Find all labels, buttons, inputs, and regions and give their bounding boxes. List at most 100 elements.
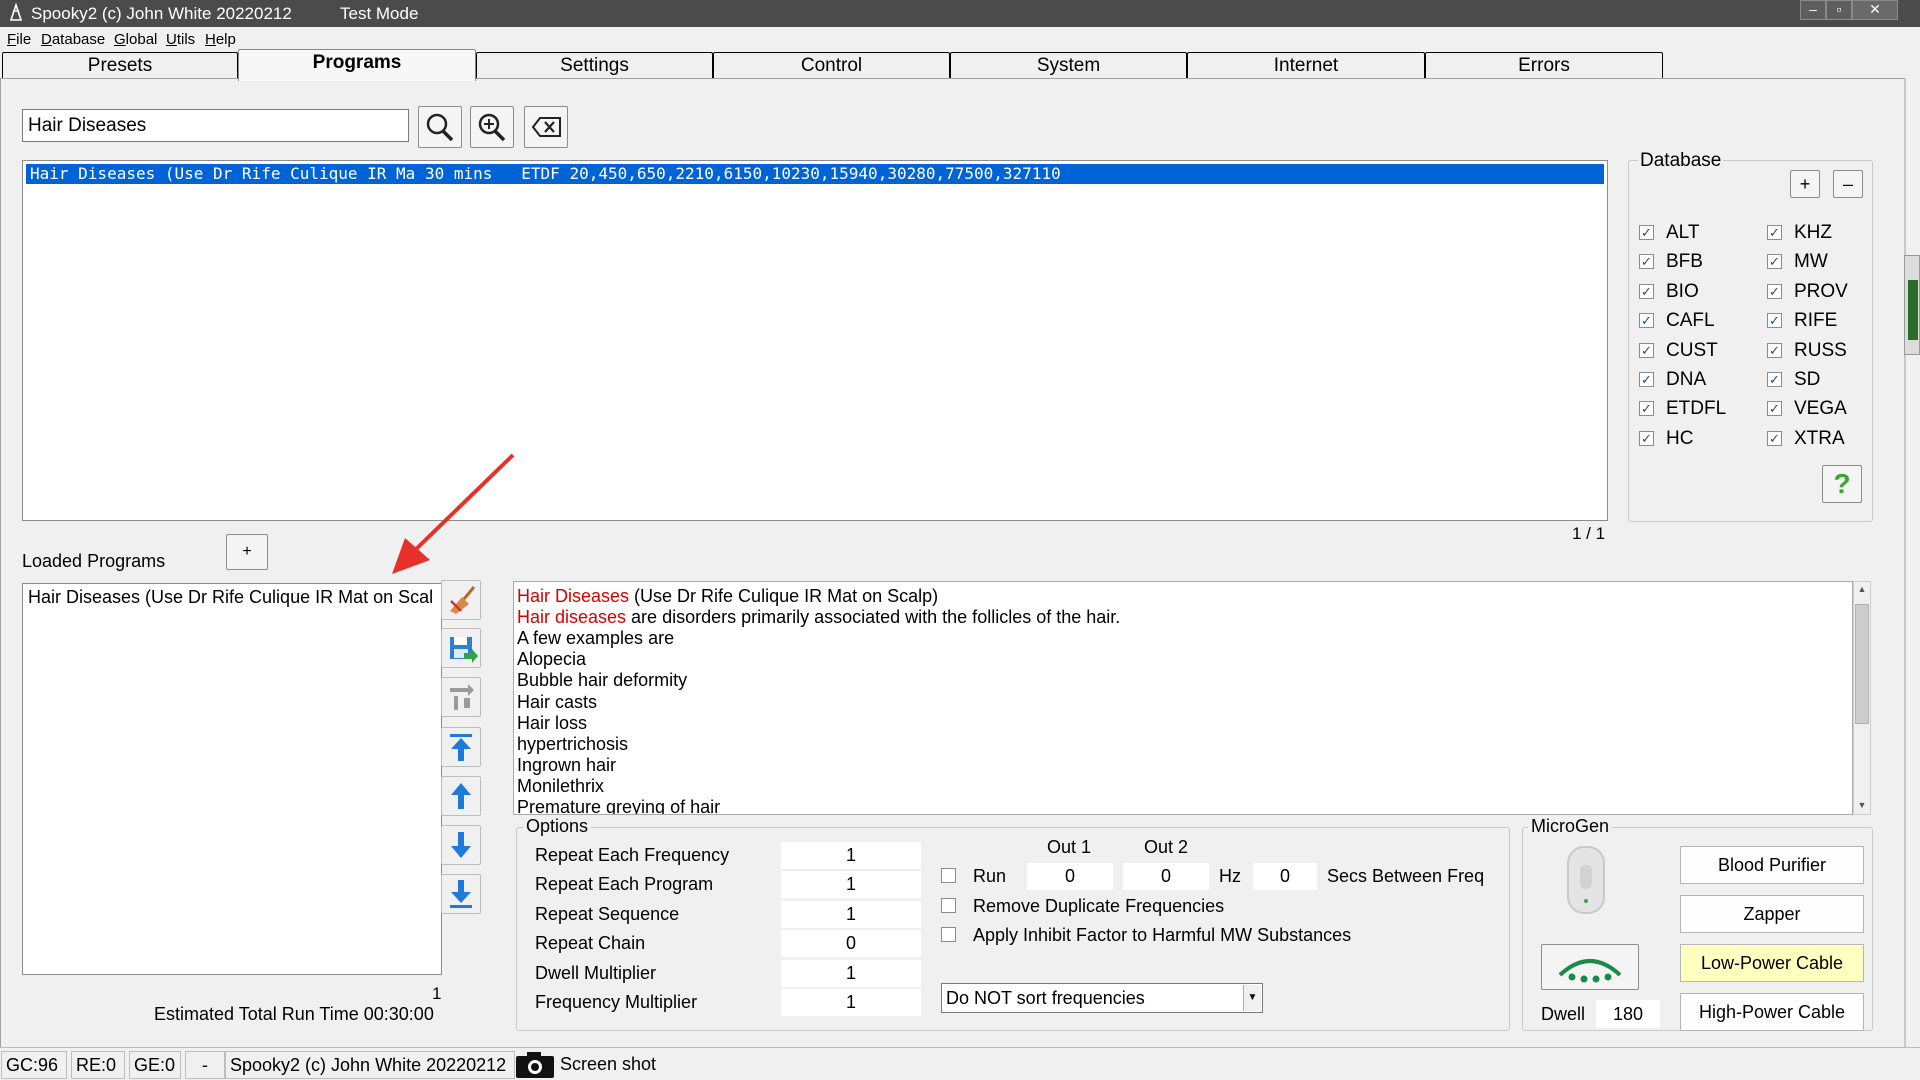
- blood-purifier-button[interactable]: Blood Purifier: [1680, 846, 1864, 884]
- tab-system[interactable]: System: [950, 52, 1187, 78]
- option-label: Repeat Sequence: [535, 903, 680, 924]
- tab-errors[interactable]: Errors: [1425, 52, 1663, 78]
- loaded-programs-list[interactable]: Hair Diseases (Use Dr Rife Culique IR Ma…: [22, 583, 442, 975]
- maximize-button[interactable]: ▫: [1826, 0, 1852, 20]
- backspace-icon: [531, 117, 561, 137]
- low-power-cable-button[interactable]: Low-Power Cable: [1680, 944, 1864, 982]
- run-out1-input[interactable]: 0: [1027, 863, 1113, 890]
- sort-frequencies-select[interactable]: Do NOT sort frequencies ▼: [941, 983, 1263, 1013]
- database-left-label: HC: [1666, 427, 1694, 449]
- hz-label: Hz: [1219, 866, 1241, 886]
- broom-icon: [450, 586, 476, 614]
- option-label: Repeat Chain: [535, 933, 646, 954]
- tab-programs[interactable]: Programs: [238, 49, 476, 81]
- description-line: Hair diseases are disorders primarily as…: [517, 607, 1120, 628]
- move-top-button[interactable]: [441, 727, 481, 767]
- database-left-checkbox[interactable]: ✓: [1639, 254, 1654, 270]
- option-value-input[interactable]: 1: [781, 900, 921, 928]
- loaded-programs-title: Loaded Programs: [22, 551, 166, 571]
- menu-utils[interactable]: Utils: [166, 31, 195, 48]
- loaded-program-item[interactable]: Hair Diseases (Use Dr Rife Culique IR Ma…: [28, 587, 436, 608]
- microgen-connect-button[interactable]: [1541, 944, 1639, 990]
- chevron-down-icon[interactable]: ▼: [1243, 985, 1261, 1011]
- microgen-device-icon: [1567, 846, 1605, 914]
- run-out2-input[interactable]: 0: [1123, 863, 1209, 890]
- database-left-checkbox[interactable]: ✓: [1639, 313, 1654, 329]
- tab-internet[interactable]: Internet: [1187, 52, 1425, 78]
- menu-file[interactable]: File: [7, 31, 31, 48]
- microgen-title: MicroGen: [1528, 816, 1613, 837]
- database-right-label: MW: [1794, 251, 1828, 273]
- move-down-button[interactable]: [441, 825, 481, 865]
- database-add-button[interactable]: +: [1790, 170, 1820, 198]
- scroll-up-icon[interactable]: ▲: [1856, 584, 1868, 596]
- tab-presets[interactable]: Presets: [2, 52, 238, 78]
- high-power-cable-button[interactable]: High-Power Cable: [1680, 993, 1864, 1031]
- menu-global[interactable]: Global: [114, 31, 157, 48]
- option-value-input[interactable]: 1: [781, 842, 921, 869]
- database-remove-button[interactable]: –: [1833, 170, 1863, 198]
- database-right-checkbox[interactable]: ✓: [1767, 342, 1782, 358]
- scroll-thumb[interactable]: [1855, 604, 1869, 724]
- menu-help[interactable]: Help: [205, 31, 236, 48]
- run-checkbox[interactable]: [941, 868, 956, 883]
- menu-database[interactable]: Database: [41, 31, 105, 48]
- apply-inhibit-checkbox[interactable]: [941, 927, 956, 942]
- database-right-checkbox[interactable]: ✓: [1767, 401, 1782, 417]
- description-text: (Use Dr Rife Culique IR Mat on Scalp): [629, 586, 939, 606]
- database-right-checkbox[interactable]: ✓: [1767, 372, 1782, 387]
- program-description[interactable]: Hair Diseases (Use Dr Rife Culique IR Ma…: [513, 581, 1853, 815]
- move-bottom-button[interactable]: [441, 874, 481, 914]
- database-left-checkbox[interactable]: ✓: [1639, 430, 1654, 446]
- apply-inhibit-label: Apply Inhibit Factor to Harmful MW Subst…: [973, 925, 1352, 945]
- database-right-checkbox[interactable]: ✓: [1767, 430, 1782, 446]
- option-value-input[interactable]: 1: [781, 989, 921, 1016]
- loaded-add-button[interactable]: +: [226, 534, 268, 570]
- scroll-down-icon[interactable]: ▼: [1856, 800, 1868, 812]
- database-left-checkbox[interactable]: ✓: [1639, 372, 1654, 387]
- search-button[interactable]: [418, 106, 462, 148]
- database-right-label: XTRA: [1794, 427, 1845, 449]
- database-left-checkbox[interactable]: ✓: [1639, 225, 1654, 240]
- database-right-checkbox[interactable]: ✓: [1767, 313, 1782, 329]
- program-results-list[interactable]: [22, 160, 1608, 521]
- program-result-row[interactable]: Hair Diseases (Use Dr Rife Culique IR Ma…: [26, 164, 1604, 184]
- screenshot-button[interactable]: Screen shot: [515, 1051, 675, 1079]
- database-left-checkbox[interactable]: ✓: [1639, 283, 1654, 299]
- option-value-input[interactable]: 1: [781, 959, 921, 987]
- transfer-icon: [450, 684, 474, 710]
- clear-search-button[interactable]: [524, 106, 568, 148]
- secs-between-input[interactable]: 0: [1253, 863, 1317, 890]
- zapper-button[interactable]: Zapper: [1680, 895, 1864, 933]
- option-value-input[interactable]: 1: [781, 871, 921, 899]
- status-bar: GC:96 RE:0 GE:0 - Spooky2 (c) John White…: [0, 1047, 1920, 1080]
- minimize-button[interactable]: –: [1800, 0, 1826, 20]
- run-label: Run: [973, 866, 1007, 886]
- remove-program-button[interactable]: [441, 580, 481, 620]
- search-icon: [426, 113, 454, 142]
- database-right-checkbox[interactable]: ✓: [1767, 254, 1782, 270]
- database-right-checkbox[interactable]: ✓: [1767, 283, 1782, 299]
- database-left-label: ETDFL: [1666, 398, 1727, 420]
- database-right-checkbox[interactable]: ✓: [1767, 225, 1782, 240]
- settings-transfer-button[interactable]: [441, 677, 481, 717]
- database-help-button[interactable]: ?: [1822, 465, 1862, 503]
- description-line: hypertrichosis: [517, 734, 629, 754]
- close-button[interactable]: ✕: [1852, 0, 1898, 20]
- tab-settings[interactable]: Settings: [476, 52, 713, 78]
- tab-control[interactable]: Control: [713, 52, 950, 78]
- database-left-checkbox[interactable]: ✓: [1639, 401, 1654, 417]
- save-program-button[interactable]: [441, 628, 481, 668]
- search-input[interactable]: [22, 109, 409, 142]
- database-right-label: KHZ: [1794, 222, 1832, 243]
- database-right-label: PROV: [1794, 280, 1848, 302]
- database-left-checkbox[interactable]: ✓: [1639, 342, 1654, 358]
- move-up-button[interactable]: [441, 776, 481, 816]
- option-label: Repeat Each Frequency: [535, 845, 730, 865]
- remove-duplicates-checkbox[interactable]: [941, 898, 956, 913]
- description-scrollbar[interactable]: ▲ ▼: [1853, 581, 1871, 815]
- database-left-label: BFB: [1666, 251, 1703, 273]
- dwell-input[interactable]: 180: [1596, 1000, 1660, 1028]
- zoom-search-button[interactable]: [470, 106, 514, 148]
- option-value-input[interactable]: 0: [781, 930, 921, 958]
